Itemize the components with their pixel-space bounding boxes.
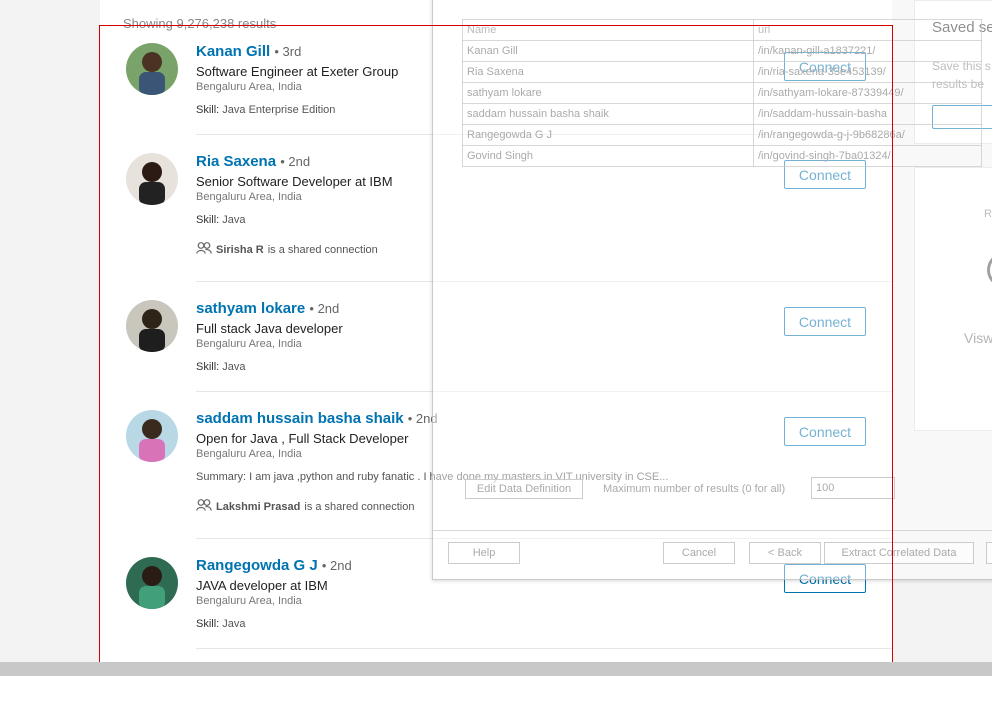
profile-name[interactable]: Rangegowda G J xyxy=(196,557,318,574)
cancel-button[interactable]: Cancel xyxy=(663,542,735,564)
profile-name[interactable]: sathyam lokare xyxy=(196,300,305,317)
location: Bengaluru Area, India xyxy=(196,338,302,350)
results-count: Showing 9,276,238 results xyxy=(123,16,277,31)
profile-name[interactable]: Ria Saxena xyxy=(196,153,276,170)
skill: Skill: Java Enterprise Edition xyxy=(196,104,336,116)
connection-degree: • 3rd xyxy=(274,44,302,59)
connection-degree: • 2nd xyxy=(280,154,311,169)
table-header-row: Name url xyxy=(462,19,982,41)
headline: Senior Software Developer at IBM xyxy=(196,174,393,189)
shared-connection-name[interactable]: Sirisha R xyxy=(216,244,264,256)
connection-degree: • 2nd xyxy=(309,301,340,316)
shared-connection: Sirisha R is a shared connection xyxy=(196,242,378,257)
location: Bengaluru Area, India xyxy=(196,191,302,203)
location: Bengaluru Area, India xyxy=(196,81,302,93)
dialog-divider xyxy=(433,530,992,531)
shared-connections-icon xyxy=(196,242,212,257)
headline: Full stack Java developer xyxy=(196,321,343,336)
shared-connection-name[interactable]: Lakshmi Prasad xyxy=(216,501,300,513)
horizontal-scrollbar[interactable] xyxy=(0,662,992,676)
skill: Skill: Java xyxy=(196,361,246,373)
headline: JAVA developer at IBM xyxy=(196,578,328,593)
page-footer-area xyxy=(0,676,992,711)
table-row[interactable]: saddam hussain basha shaik/in/saddam-hus… xyxy=(462,103,982,125)
extract-correlated-data-button[interactable]: Extract Correlated Data xyxy=(824,542,974,564)
shared-connection: Lakshmi Prasad is a shared connection xyxy=(196,499,414,514)
avatar[interactable] xyxy=(126,410,178,462)
profile-name[interactable]: Kanan Gill xyxy=(196,43,270,60)
edit-data-definition-button[interactable]: Edit Data Definition xyxy=(465,479,583,499)
location: Bengaluru Area, India xyxy=(196,448,302,460)
table-row[interactable]: sathyam lokare/in/sathyam-lokare-8733944… xyxy=(462,82,982,104)
profile-name[interactable]: saddam hussain basha shaik xyxy=(196,410,404,427)
shared-connections-icon xyxy=(196,499,212,514)
avatar[interactable] xyxy=(126,43,178,95)
location: Bengaluru Area, India xyxy=(196,595,302,607)
table-row[interactable]: Govind Singh/in/govind-singh-7ba01324/ xyxy=(462,145,982,167)
column-header: Name xyxy=(462,19,754,41)
avatar[interactable] xyxy=(126,153,178,205)
max-results-label: Maximum number of results (0 for all) xyxy=(603,483,786,495)
table-row[interactable]: Kanan Gill/in/kanan-gill-a1837221/ xyxy=(462,40,982,62)
table-row[interactable]: Rangegowda G J/in/rangegowda-g-j-9b68286… xyxy=(462,124,982,146)
avatar[interactable] xyxy=(126,300,178,352)
help-button[interactable]: Help xyxy=(448,542,520,564)
back-button[interactable]: < Back xyxy=(749,542,821,564)
headline: Software Engineer at Exeter Group xyxy=(196,64,399,79)
avatar[interactable] xyxy=(126,557,178,609)
skill: Skill: Java xyxy=(196,214,246,226)
extracted-data-table: Name url Kanan Gill/in/kanan-gill-a18372… xyxy=(462,19,982,167)
max-results-input[interactable] xyxy=(811,477,895,499)
next-button[interactable] xyxy=(986,542,992,564)
divider xyxy=(196,648,892,649)
column-header: url xyxy=(753,19,982,41)
data-extraction-dialog: Name url Kanan Gill/in/kanan-gill-a18372… xyxy=(432,0,992,580)
skill: Skill: Java xyxy=(196,618,246,630)
table-row[interactable]: Ria Saxena/in/ria-saxena-33e453139/ xyxy=(462,61,982,83)
headline: Open for Java , Full Stack Developer xyxy=(196,431,409,446)
connection-degree: • 2nd xyxy=(321,558,352,573)
